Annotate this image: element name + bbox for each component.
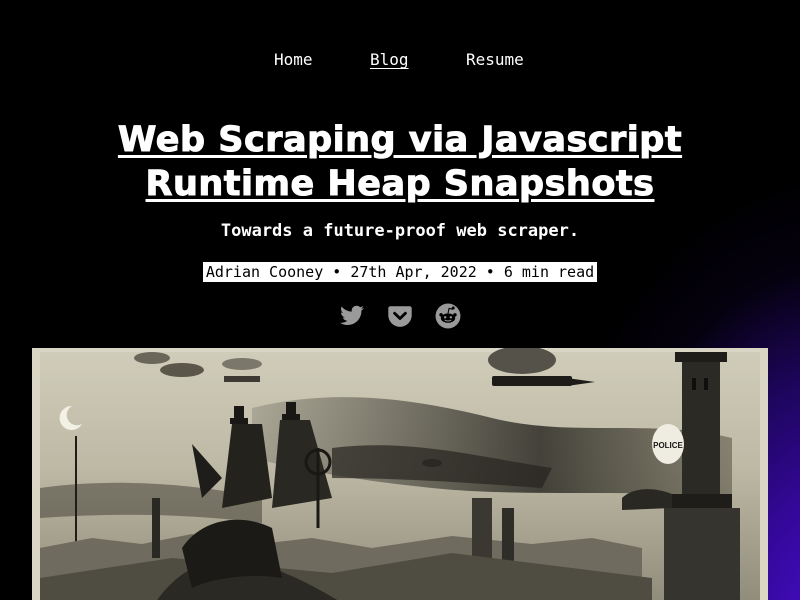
main-nav: Home Blog Resume [0,50,800,72]
reddit-icon[interactable] [435,303,461,329]
post-subtitle: Towards a future-proof web scraper. [220,221,580,241]
share-bar [0,303,800,329]
nav-home-link[interactable]: Home [274,50,313,69]
police-sign: POLICE [653,441,683,450]
twitter-icon[interactable] [339,303,365,329]
nav-blog-link[interactable]: Blog [370,50,409,69]
hero-engraving: POLICE [32,348,768,600]
post-meta-row: Adrian Cooney • 27th Apr, 2022 • 6 min r… [0,262,800,282]
hero-illustration: POLICE [32,348,768,600]
post-meta: Adrian Cooney • 27th Apr, 2022 • 6 min r… [202,262,598,282]
nav-resume-link[interactable]: Resume [466,50,524,69]
post-title: Web Scraping via Javascript Runtime Heap… [117,120,683,205]
pocket-icon[interactable] [387,303,413,329]
